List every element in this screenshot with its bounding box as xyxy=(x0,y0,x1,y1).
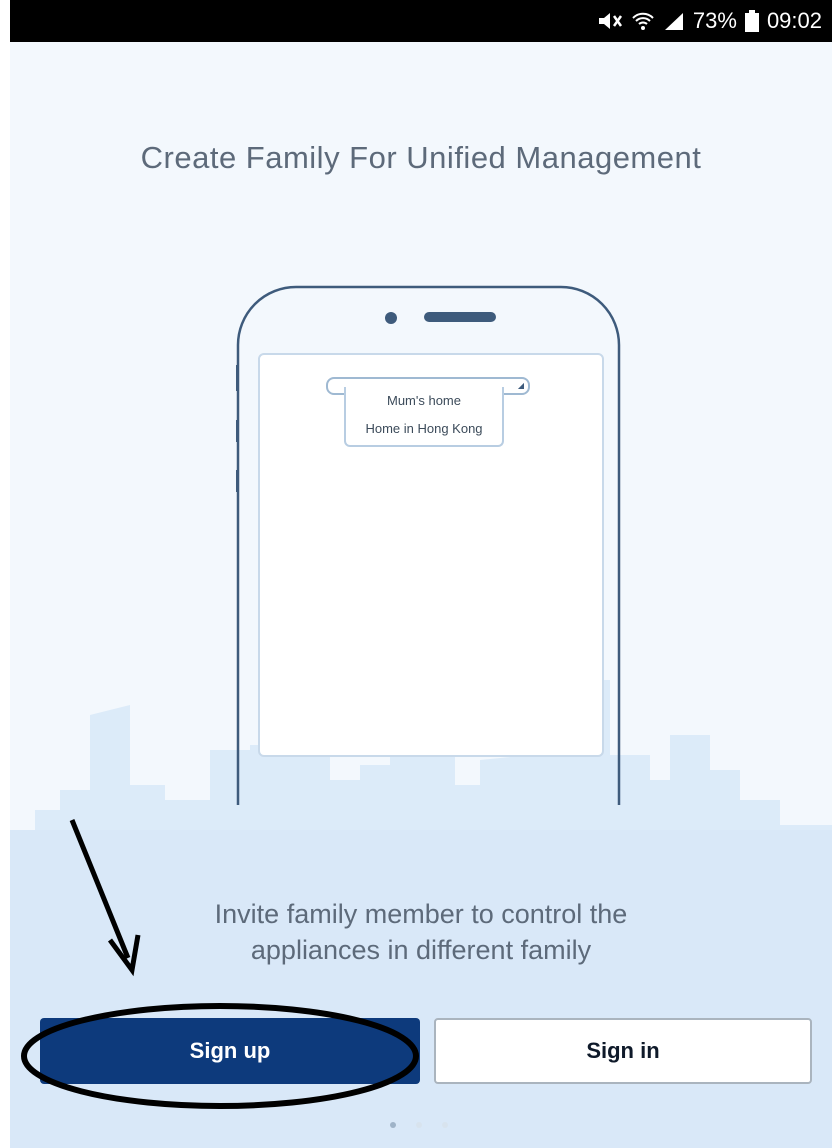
app-frame: 73% 09:02 Create Family For Unified Mana… xyxy=(10,0,832,1148)
battery-icon xyxy=(744,10,759,32)
signal-icon xyxy=(664,13,683,30)
menu-item-home-hong-kong: Home in Hong Kong xyxy=(365,421,483,436)
family-dropdown-menu: Mum's home Home in Hong Kong xyxy=(344,387,504,447)
dropdown-caret-icon: ◢ xyxy=(517,381,524,390)
sign-in-label: Sign in xyxy=(586,1038,660,1063)
sign-up-label: Sign up xyxy=(189,1038,271,1063)
page-dot xyxy=(416,1122,422,1128)
battery-percent: 73% xyxy=(692,8,737,33)
status-icons: 73% 09:02 xyxy=(597,0,822,42)
caption-line-2: appliances in different family xyxy=(250,935,592,965)
clock: 09:02 xyxy=(766,8,822,33)
page-dot xyxy=(442,1122,448,1128)
page-indicator xyxy=(390,1122,448,1128)
menu-item-mums-home: Mum's home xyxy=(386,393,461,408)
sign-in-button[interactable]: Sign in xyxy=(434,1018,812,1084)
page-dot-active xyxy=(390,1122,396,1128)
onboarding-caption: Invite family member to control the appl… xyxy=(10,896,832,968)
page-title: Create Family For Unified Management xyxy=(140,140,702,175)
status-bar: 73% 09:02 xyxy=(10,0,832,42)
wifi-icon xyxy=(632,12,654,30)
mute-icon xyxy=(598,13,622,29)
sign-up-button[interactable]: Sign up xyxy=(40,1018,420,1084)
caption-line-1: Invite family member to control the xyxy=(214,899,628,929)
